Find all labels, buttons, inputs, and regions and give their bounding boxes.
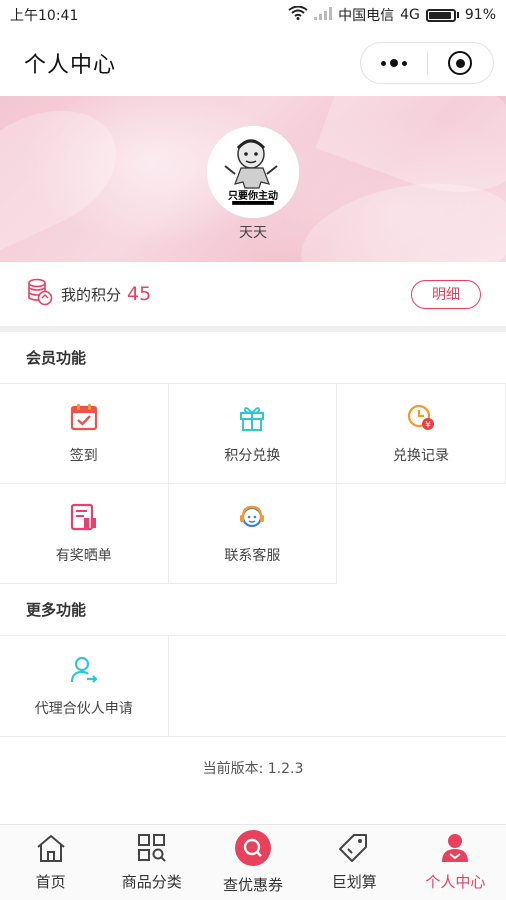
signal-icon xyxy=(314,6,333,24)
checkin-item[interactable]: 签到 xyxy=(0,384,169,484)
tab-deals-label: 巨划算 xyxy=(331,873,377,891)
prize-showcase-item[interactable]: 有奖晒单 xyxy=(0,484,169,584)
clock-coin-icon: ¥ xyxy=(406,402,436,436)
page-title: 个人中心 xyxy=(24,53,117,78)
customer-service-icon xyxy=(237,502,267,536)
member-function-grid: 签到 积分兑换 ¥ 兑换记录 有奖晒单 联系客服 xyxy=(0,384,506,584)
wifi-icon xyxy=(288,5,308,24)
tab-home-label: 首页 xyxy=(35,873,66,891)
close-mini-program-button[interactable] xyxy=(428,43,494,83)
screen: 上午10:41 中国电信 4G 91% 个人中心 只要你主动 ▀▀▀▀▀▀ 天天… xyxy=(0,0,506,900)
tab-coupon-label: 查优惠券 xyxy=(223,876,284,894)
tab-category[interactable]: 商品分类 xyxy=(101,825,202,900)
battery-icon xyxy=(425,8,459,22)
tab-home[interactable]: 首页 xyxy=(0,825,101,900)
target-icon xyxy=(448,51,473,75)
tab-profile[interactable]: 个人中心 xyxy=(405,825,506,900)
coins-icon xyxy=(27,278,53,310)
points-label: 我的积分 xyxy=(61,285,122,304)
user-icon xyxy=(439,833,471,867)
tab-category-label: 商品分类 xyxy=(121,873,182,891)
price-tag-icon xyxy=(338,833,370,867)
status-right: 中国电信 4G 91% xyxy=(288,5,496,25)
tab-profile-label: 个人中心 xyxy=(425,873,486,891)
avatar[interactable]: 只要你主动 ▀▀▀▀▀▀ xyxy=(207,126,299,218)
receipt-gift-icon xyxy=(69,502,99,536)
profile-banner: 只要你主动 ▀▀▀▀▀▀ 天天 xyxy=(0,96,506,262)
calendar-check-icon xyxy=(69,402,99,436)
avatar-caption: 只要你主动 xyxy=(228,191,278,202)
network-label: 4G xyxy=(400,7,420,23)
nav-bar: 个人中心 xyxy=(0,30,506,96)
avatar-caption-cut: ▀▀▀▀▀▀ xyxy=(232,201,274,211)
points-detail-button[interactable]: 明细 xyxy=(411,279,481,309)
category-search-icon xyxy=(136,833,168,867)
version-text: 当前版本: 1.2.3 xyxy=(202,761,304,777)
home-icon xyxy=(35,833,67,867)
prize-showcase-label: 有奖晒单 xyxy=(55,548,112,564)
exchange-record-label: 兑换记录 xyxy=(392,448,449,464)
more-menu-button[interactable] xyxy=(361,43,427,83)
tab-bar: 首页 商品分类 查优惠券 巨划算 个人中心 xyxy=(0,824,506,900)
mini-program-capsule xyxy=(360,42,494,84)
battery-percent: 91% xyxy=(464,7,496,23)
points-exchange-item[interactable]: 积分兑换 xyxy=(168,384,338,484)
more-dots-icon xyxy=(380,59,407,67)
customer-service-label: 联系客服 xyxy=(224,548,281,564)
tab-deals[interactable]: 巨划算 xyxy=(304,825,405,900)
member-section-title: 会员功能 xyxy=(0,332,506,384)
exchange-record-item[interactable]: ¥ 兑换记录 xyxy=(337,384,506,484)
tab-coupon[interactable]: 查优惠券 xyxy=(202,825,303,900)
more-section-title: 更多功能 xyxy=(0,584,506,636)
carrier-label: 中国电信 xyxy=(338,8,395,24)
points-info: 我的积分 45 xyxy=(27,278,151,310)
checkin-label: 签到 xyxy=(69,448,98,464)
status-bar: 上午10:41 中国电信 4G 91% xyxy=(0,0,506,30)
user-arrow-icon xyxy=(69,655,99,689)
svg-text:¥: ¥ xyxy=(425,421,431,431)
partner-apply-item[interactable]: 代理合伙人申请 xyxy=(0,636,169,736)
coupon-search-icon xyxy=(235,830,271,870)
partner-apply-label: 代理合伙人申请 xyxy=(34,700,133,717)
gift-icon xyxy=(237,402,267,436)
customer-service-item[interactable]: 联系客服 xyxy=(168,484,338,584)
more-function-grid: 代理合伙人申请 xyxy=(0,636,506,737)
points-row: 我的积分 45 明细 xyxy=(0,262,506,332)
points-value: 45 xyxy=(127,283,152,305)
status-time: 上午10:41 xyxy=(10,8,79,24)
points-exchange-label: 积分兑换 xyxy=(224,448,281,464)
nickname: 天天 xyxy=(239,225,267,241)
